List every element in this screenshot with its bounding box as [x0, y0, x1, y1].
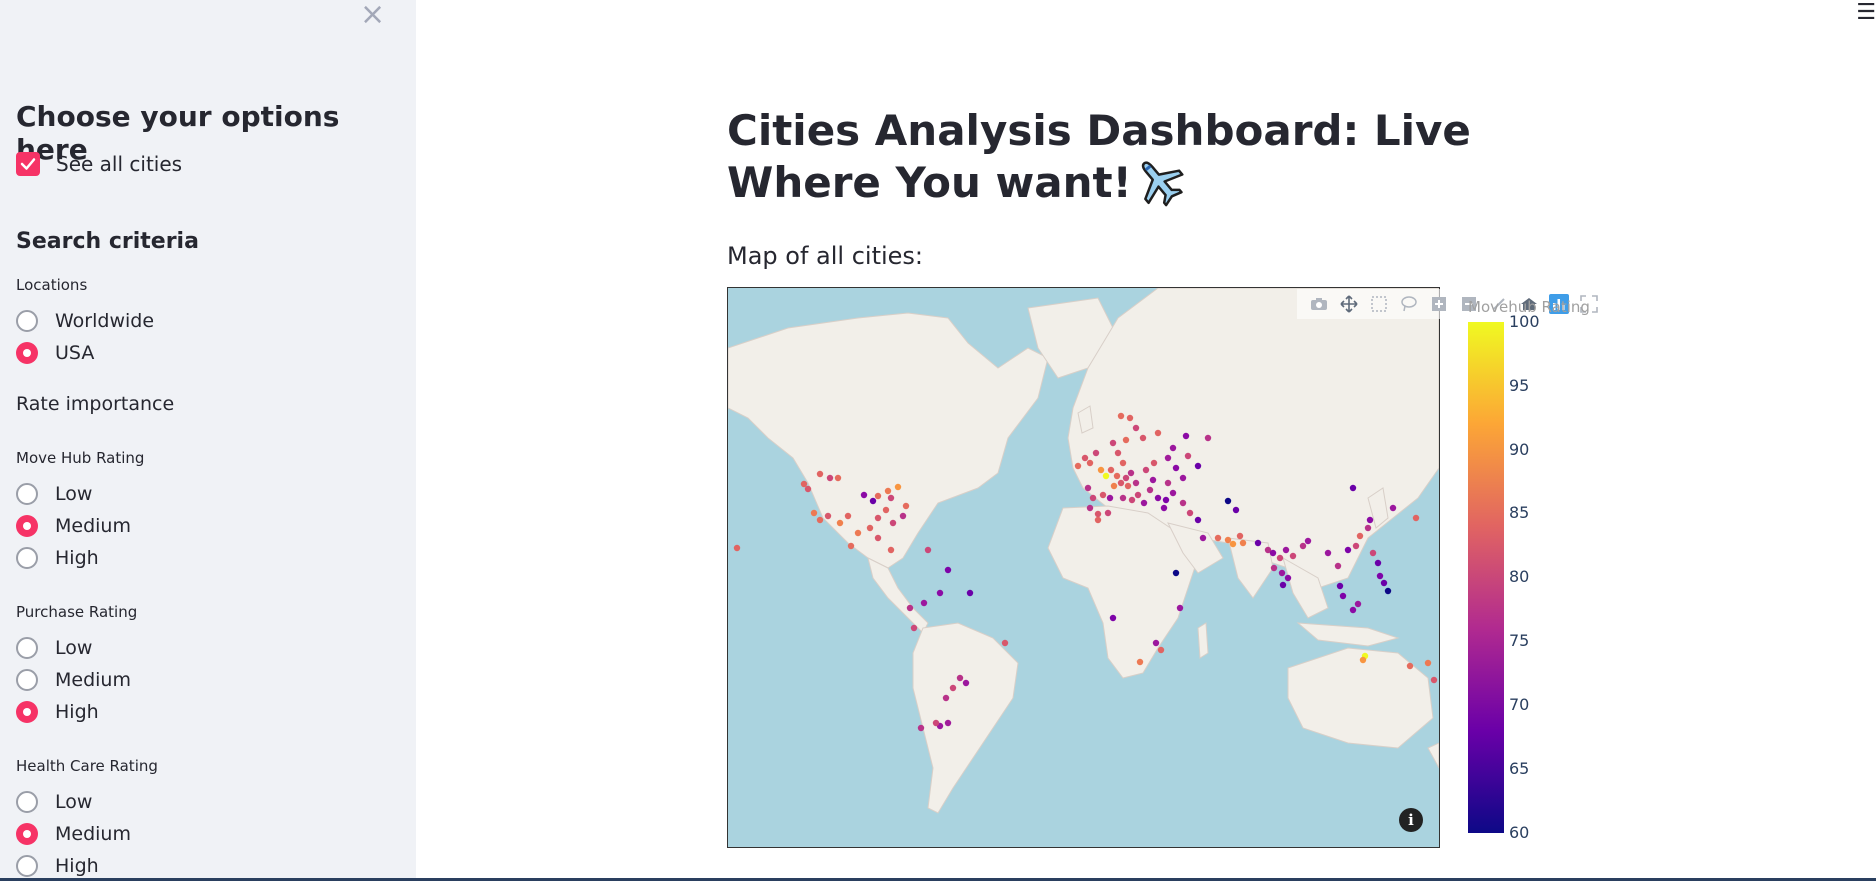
radio-label: Low [55, 791, 93, 813]
zoom-in-icon[interactable] [1429, 294, 1449, 314]
australia-land [1287, 647, 1434, 749]
world-map[interactable] [727, 287, 1440, 848]
colorbar-tick: 100 [1509, 312, 1540, 331]
map-info-icon[interactable]: i [1399, 808, 1423, 832]
india-land [1227, 537, 1274, 599]
radio-unselected-icon[interactable] [16, 310, 38, 332]
purchase-radio-high[interactable]: High [16, 701, 99, 723]
airplane-icon [1132, 154, 1186, 217]
radio-label: Medium [55, 823, 131, 845]
radio-label: High [55, 855, 99, 877]
map-svg [728, 288, 1439, 814]
north-america-land [728, 312, 1049, 569]
radio-label: Medium [55, 515, 131, 537]
radio-unselected-icon[interactable] [16, 547, 38, 569]
land-masses [728, 288, 1439, 814]
colorbar-tick: 70 [1509, 695, 1530, 714]
health-care-radio-medium[interactable]: Medium [16, 823, 131, 845]
locations-radio-usa[interactable]: USA [16, 342, 94, 364]
colorbar-tick: 65 [1509, 759, 1530, 778]
locations-label: Locations [16, 276, 88, 294]
sidebar: × Choose your options here See all citie… [0, 0, 416, 881]
radio-label: Low [55, 637, 93, 659]
checkbox-checked-icon[interactable] [16, 152, 40, 176]
radio-selected-icon[interactable] [16, 701, 38, 723]
colorbar-tick: 95 [1509, 376, 1530, 395]
radio-label: Worldwide [55, 310, 155, 332]
locations-radio-worldwide[interactable]: Worldwide [16, 310, 154, 332]
purchase-radio-low[interactable]: Low [16, 637, 92, 659]
radio-unselected-icon[interactable] [16, 637, 38, 659]
rate-importance-label: Rate importance [16, 393, 175, 415]
purchase-radio-medium[interactable]: Medium [16, 669, 131, 691]
camera-icon[interactable] [1309, 294, 1329, 314]
radio-selected-icon[interactable] [16, 515, 38, 537]
radio-unselected-icon[interactable] [16, 791, 38, 813]
page-title: Cities Analysis Dashboard: Live Where Yo… [727, 108, 1627, 217]
radio-label: Medium [55, 669, 131, 691]
indonesia-land [1296, 622, 1400, 647]
health-care-radio-high[interactable]: High [16, 855, 99, 877]
radio-label: High [55, 701, 99, 723]
colorbar-tick: 80 [1509, 567, 1530, 586]
close-sidebar-icon[interactable]: × [360, 0, 385, 30]
central-america-land [867, 557, 929, 634]
radio-label: USA [55, 342, 95, 364]
south-america-land [912, 622, 1019, 814]
pan-icon[interactable] [1339, 294, 1359, 314]
radio-unselected-icon[interactable] [16, 483, 38, 505]
box-select-icon[interactable] [1369, 294, 1389, 314]
new-zealand-land [1427, 742, 1439, 769]
radio-unselected-icon[interactable] [16, 669, 38, 691]
radio-label: Low [55, 483, 93, 505]
radio-label: High [55, 547, 99, 569]
colorbar-tick: 85 [1509, 503, 1530, 522]
radio-selected-icon[interactable] [16, 823, 38, 845]
map-section-label: Map of all cities: [727, 242, 924, 270]
see-all-cities-checkbox[interactable]: See all cities [16, 152, 182, 176]
move-hub-rating-label: Move Hub Rating [16, 449, 145, 467]
move-hub-radio-low[interactable]: Low [16, 483, 92, 505]
move-hub-radio-high[interactable]: High [16, 547, 99, 569]
lasso-icon[interactable] [1399, 294, 1419, 314]
radio-selected-icon[interactable] [16, 342, 38, 364]
search-criteria-heading: Search criteria [16, 229, 199, 254]
health-care-rating-label: Health Care Rating [16, 757, 158, 775]
colorbar [1468, 322, 1504, 833]
see-all-cities-label: See all cities [56, 152, 183, 176]
colorbar-tick: 75 [1509, 631, 1530, 650]
radio-unselected-icon[interactable] [16, 855, 38, 877]
move-hub-radio-medium[interactable]: Medium [16, 515, 131, 537]
colorbar-tick: 90 [1509, 440, 1530, 459]
purchase-rating-label: Purchase Rating [16, 603, 138, 621]
page-title-text: Cities Analysis Dashboard: Live Where Yo… [727, 106, 1471, 207]
colorbar-tick: 60 [1509, 823, 1530, 842]
health-care-radio-low[interactable]: Low [16, 791, 92, 813]
hamburger-menu-icon[interactable]: ☰ [1856, 0, 1876, 25]
madagascar-land [1197, 622, 1209, 659]
